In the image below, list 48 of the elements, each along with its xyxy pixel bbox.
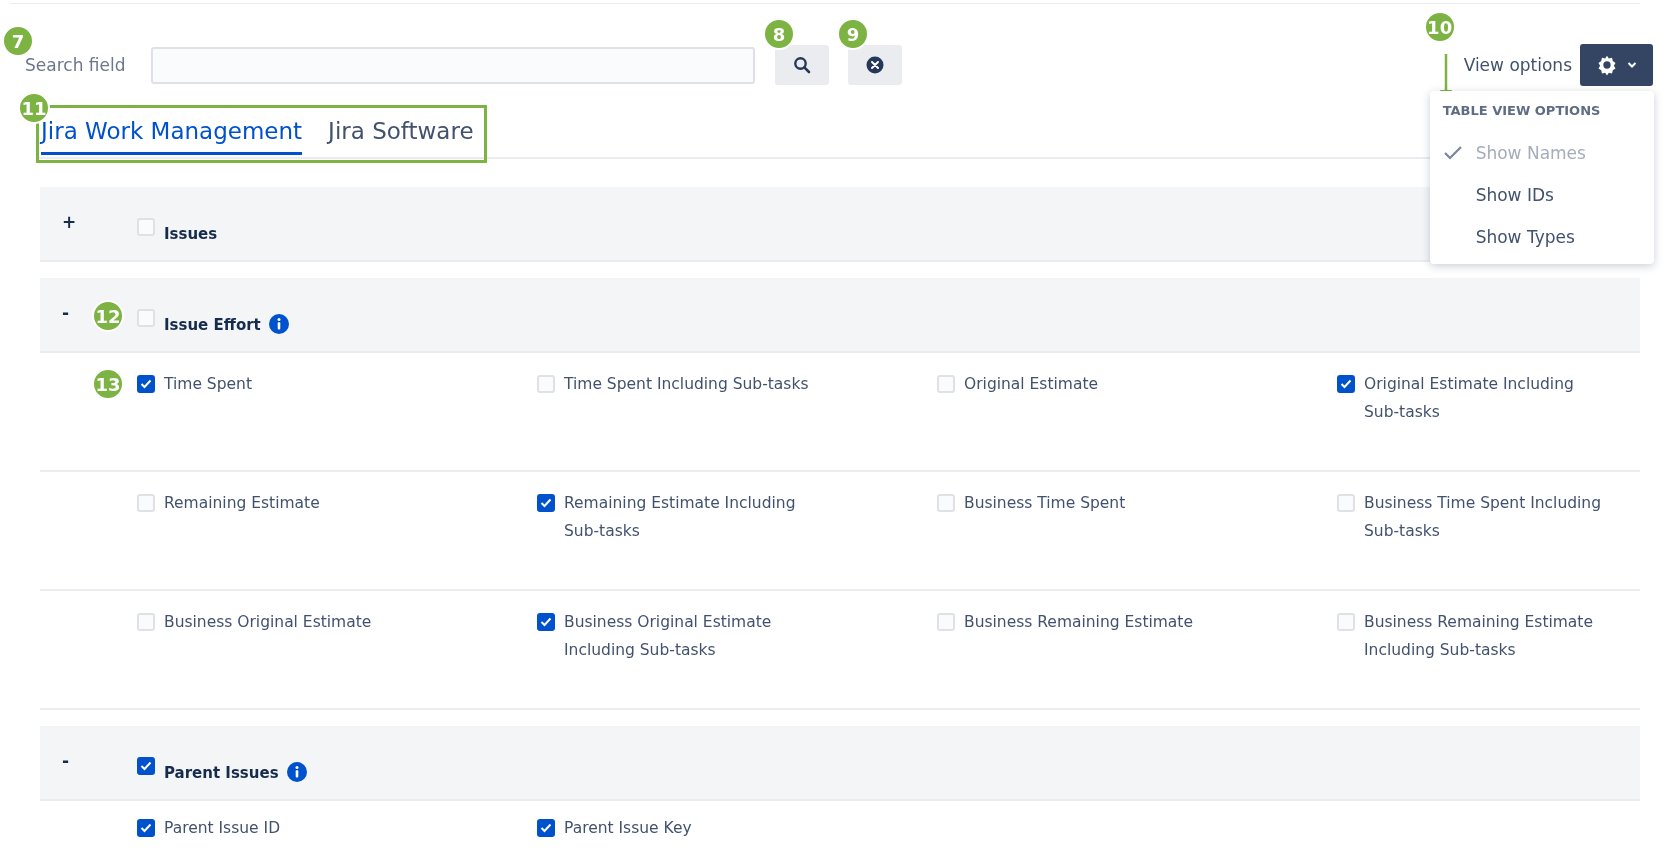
checkbox[interactable] bbox=[137, 819, 155, 837]
menu-item[interactable]: Show Types bbox=[1429, 216, 1654, 258]
field-label: Business Remaining Estimate Including Sub-tasks bbox=[1364, 612, 1594, 661]
field-label: Business Original Estimate bbox=[164, 612, 373, 633]
field-label: Business Original Estimate Including Sub-tasks bbox=[564, 612, 773, 661]
callout-badge: 9 bbox=[837, 18, 869, 50]
search-field[interactable] bbox=[151, 46, 755, 84]
field-label: Business Time Spent bbox=[964, 493, 1127, 514]
callout-badge: 12 bbox=[92, 300, 124, 332]
field-label: Original Estimate Including Sub-tasks bbox=[1364, 374, 1575, 423]
expand-toggle[interactable]: - bbox=[40, 751, 80, 771]
view-options-button[interactable] bbox=[1580, 44, 1653, 86]
checkbox[interactable] bbox=[1337, 375, 1355, 393]
field-label: Parent Issue ID bbox=[164, 818, 282, 839]
caret-icon bbox=[1627, 61, 1637, 69]
view-options-label: View options bbox=[1463, 55, 1572, 75]
menu-item[interactable]: Show IDs bbox=[1429, 174, 1654, 216]
field-label: Original Estimate bbox=[964, 374, 1100, 395]
group-title: Issue Effort bbox=[164, 316, 261, 334]
callout-badge: 13 bbox=[92, 368, 124, 400]
field-label: Time Spent bbox=[164, 374, 253, 395]
tab[interactable]: Jira Software bbox=[328, 108, 474, 155]
field-label: Business Time Spent Including Sub-tasks bbox=[1364, 493, 1603, 542]
field-label: Business Remaining Estimate bbox=[964, 612, 1194, 633]
check-icon bbox=[1442, 145, 1463, 161]
field-label: Time Spent Including Sub-tasks bbox=[564, 374, 809, 395]
checkbox[interactable] bbox=[137, 757, 155, 775]
checkbox[interactable] bbox=[137, 375, 155, 393]
callout-badge: 8 bbox=[763, 18, 795, 50]
expand-toggle[interactable]: + bbox=[40, 212, 80, 232]
field-label: Remaining Estimate Including Sub-tasks bbox=[564, 493, 797, 542]
field-label: Parent Issue Key bbox=[564, 818, 693, 839]
callout-badge: 10 bbox=[1423, 11, 1456, 43]
checkbox[interactable] bbox=[537, 819, 555, 837]
clear-button[interactable] bbox=[848, 45, 902, 85]
search-icon bbox=[793, 56, 811, 74]
menu-heading: TABLE VIEW OPTIONS bbox=[1441, 102, 1602, 120]
clear-icon bbox=[866, 56, 884, 74]
checkbox[interactable] bbox=[537, 613, 555, 631]
expand-toggle[interactable]: - bbox=[40, 303, 80, 323]
field-label: Remaining Estimate bbox=[164, 493, 321, 514]
checkbox[interactable] bbox=[537, 494, 555, 512]
group-title: Parent Issues bbox=[164, 764, 279, 782]
settings-icon bbox=[1596, 54, 1618, 76]
search-label: Search field bbox=[25, 55, 126, 75]
search-button[interactable] bbox=[775, 45, 829, 85]
group-title: Issues bbox=[164, 225, 218, 243]
callout-badge: 7 bbox=[2, 25, 34, 57]
